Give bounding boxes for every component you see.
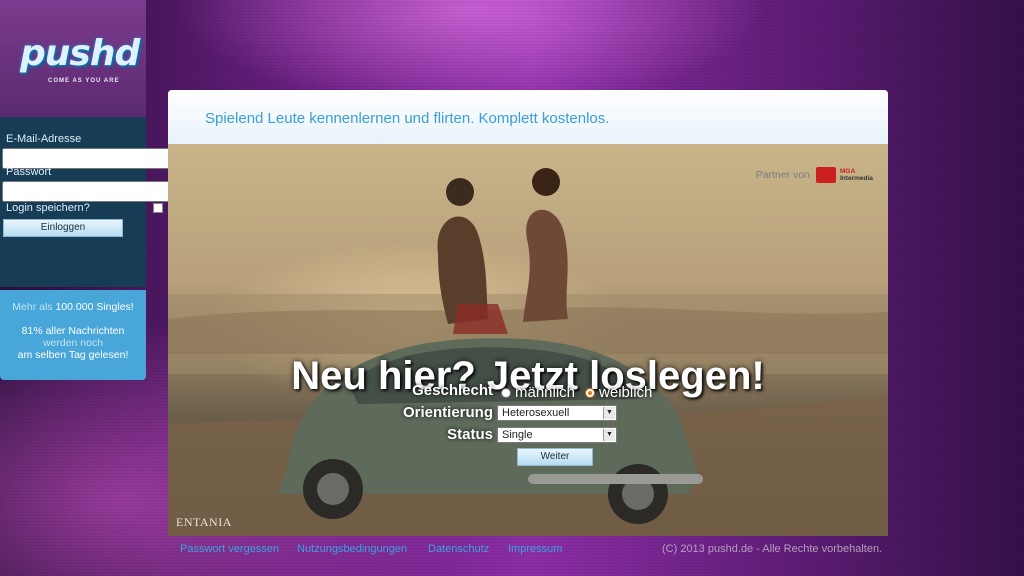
chevron-down-icon: ▼ xyxy=(603,407,615,419)
logo-tagline: COME AS YOU ARE xyxy=(48,78,120,84)
orientation-select[interactable]: Heterosexuell ▼ xyxy=(497,405,617,421)
partner-logo: MGA Intermedia xyxy=(816,164,878,186)
photo-credit: ENTANIA xyxy=(176,515,232,529)
gender-label: Geschlecht xyxy=(412,382,493,399)
login-button[interactable]: Einloggen xyxy=(3,219,123,237)
remember-login-label: Login speichern? xyxy=(6,202,90,214)
status-label: Status xyxy=(447,426,493,443)
gender-male-radio[interactable] xyxy=(501,387,511,398)
hero-illustration xyxy=(168,168,888,536)
info-highlight: 100.000 Singles! xyxy=(55,301,134,313)
chevron-down-icon: ▼ xyxy=(603,429,615,441)
info-box: Mehr als 100.000 Singles! 81% aller Nach… xyxy=(0,290,146,380)
main-panel: Spielend Leute kennenlernen und flirten.… xyxy=(168,90,888,536)
partner-label: Partner von xyxy=(755,169,810,181)
email-label: E-Mail-Adresse xyxy=(6,133,82,145)
footer-link-privacy[interactable]: Datenschutz xyxy=(428,543,489,555)
gender-female-radio[interactable] xyxy=(585,387,596,398)
info-line-4: am selben Tag gelesen! xyxy=(17,349,129,361)
partner-badge[interactable]: Partner von MGA Intermedia xyxy=(756,164,878,186)
info-line-1: Mehr als 100.000 Singles! xyxy=(0,301,146,313)
continue-button[interactable]: Weiter xyxy=(517,448,593,466)
logo-wordmark: pushd xyxy=(20,33,140,74)
password-label: Passwort xyxy=(6,166,52,178)
info-line-3: werden noch xyxy=(42,337,104,349)
panel-header: Spielend Leute kennenlernen und flirten.… xyxy=(168,90,888,144)
gender-female-label: weiblich xyxy=(599,384,653,401)
footer: Passwort vergessen Nutzungsbedingungen D… xyxy=(0,543,1024,559)
orientation-label: Orientierung xyxy=(402,404,493,421)
status-value: Single xyxy=(502,429,533,441)
info-prefix: Mehr als xyxy=(12,301,53,313)
info-line-2: 81% aller Nachrichten xyxy=(21,325,125,337)
copyright: (C) 2013 pushd.de - Alle Rechte vorbehal… xyxy=(662,543,883,555)
remember-login-checkbox[interactable] xyxy=(153,203,163,213)
hero-image: Partner von MGA Intermedia Neu hier? Jet… xyxy=(168,144,888,536)
gender-male-label: männlich xyxy=(515,384,576,401)
page-tagline: Spielend Leute kennenlernen und flirten.… xyxy=(205,110,610,127)
footer-link-forgot-password[interactable]: Passwort vergessen xyxy=(180,543,279,555)
logo-area: pushd COME AS YOU ARE xyxy=(0,0,146,117)
pushd-logo[interactable]: pushd COME AS YOU ARE xyxy=(20,32,140,84)
status-select[interactable]: Single ▼ xyxy=(497,427,617,443)
gender-radio-group: männlich weiblich xyxy=(501,384,662,401)
partner-logo-mark xyxy=(816,167,836,183)
footer-link-imprint[interactable]: Impressum xyxy=(508,543,562,555)
orientation-value: Heterosexuell xyxy=(502,407,570,419)
partner-logo-text: MGA Intermedia xyxy=(840,168,873,182)
password-field[interactable] xyxy=(2,181,187,202)
footer-link-terms[interactable]: Nutzungsbedingungen xyxy=(297,543,407,555)
